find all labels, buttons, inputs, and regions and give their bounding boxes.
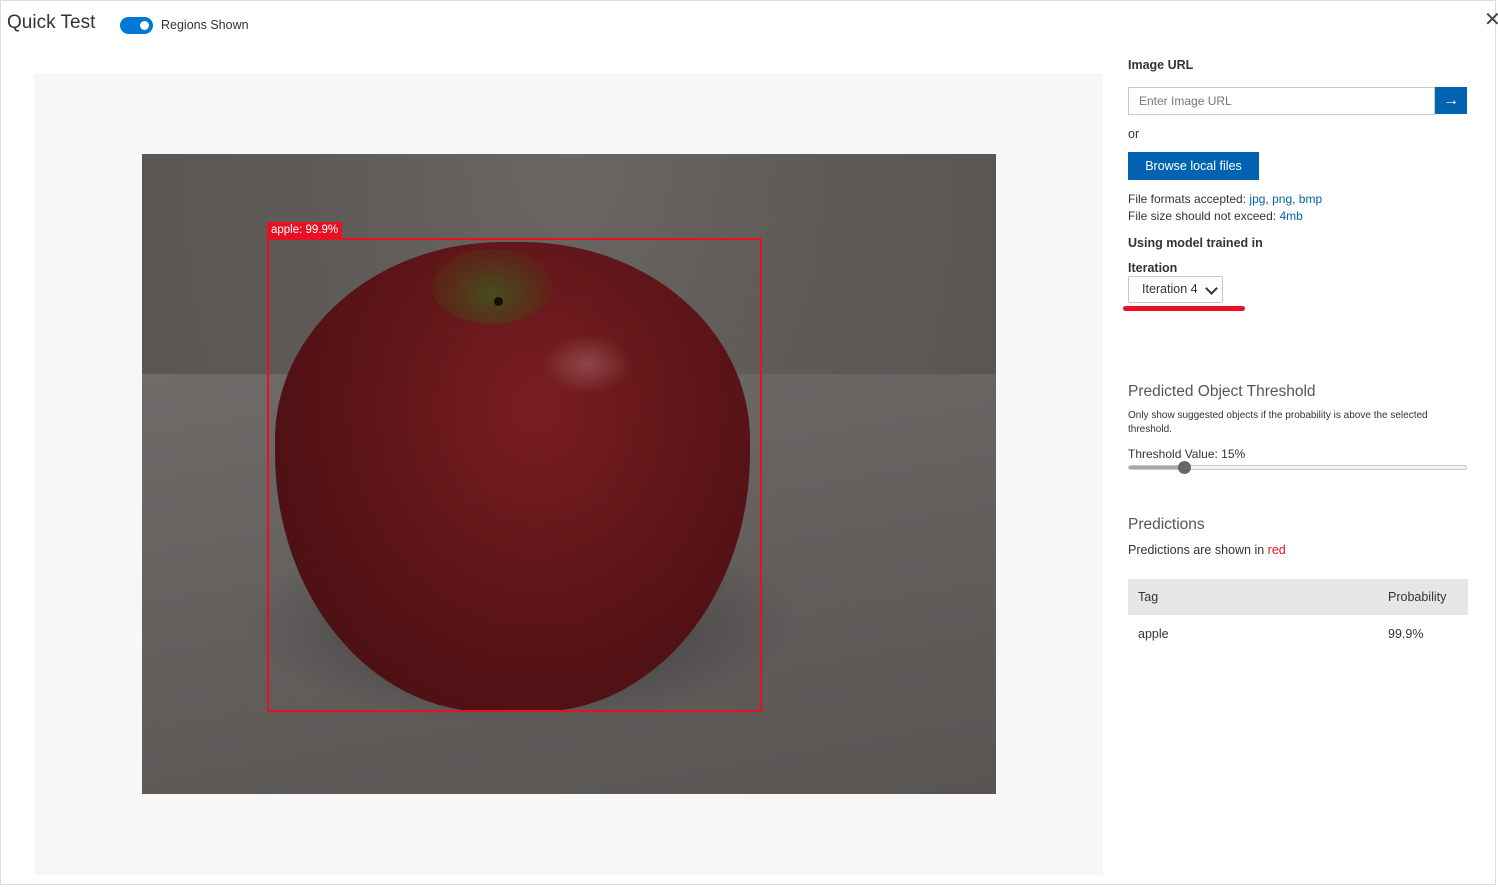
image-url-label: Image URL bbox=[1128, 58, 1194, 72]
threshold-slider-fill bbox=[1129, 466, 1185, 469]
detection-box bbox=[267, 238, 762, 712]
prediction-tag: apple bbox=[1138, 627, 1169, 641]
chevron-down-icon bbox=[1205, 282, 1218, 295]
annotation-underline bbox=[1123, 306, 1245, 311]
format-link-bmp[interactable]: bmp bbox=[1299, 192, 1322, 206]
arrow-right-icon: → bbox=[1443, 91, 1459, 109]
detection-label: apple: 99.9% bbox=[267, 222, 343, 238]
table-row: apple 99.9% bbox=[1128, 615, 1468, 653]
predictions-shown-prefix: Predictions are shown in bbox=[1128, 543, 1265, 557]
predictions-title: Predictions bbox=[1128, 516, 1205, 533]
predictions-table: Tag Probability apple 99.9% bbox=[1128, 579, 1468, 653]
iteration-selected-value: Iteration 4 bbox=[1142, 282, 1198, 296]
iteration-dropdown[interactable]: Iteration 4 bbox=[1128, 276, 1223, 303]
threshold-value-label: Threshold Value: 15% bbox=[1128, 447, 1246, 461]
browse-local-files-button[interactable]: Browse local files bbox=[1128, 152, 1259, 180]
threshold-title: Predicted Object Threshold bbox=[1128, 383, 1316, 400]
column-header-tag: Tag bbox=[1128, 579, 1378, 615]
or-text: or bbox=[1128, 127, 1140, 141]
predictions-color-word: red bbox=[1267, 543, 1286, 557]
format-link-jpg[interactable]: jpg bbox=[1249, 192, 1265, 206]
model-heading: Using model trained in bbox=[1128, 236, 1263, 250]
iteration-label: Iteration bbox=[1128, 261, 1178, 275]
file-size-prefix: File size should not exceed: bbox=[1128, 209, 1277, 223]
regions-toggle-label: Regions Shown bbox=[161, 18, 249, 32]
image-url-input[interactable] bbox=[1128, 87, 1435, 115]
file-formats-prefix: File formats accepted: bbox=[1128, 192, 1247, 206]
toggle-knob bbox=[140, 21, 149, 30]
file-formats-info: File formats accepted: jpg, png, bmp bbox=[1128, 192, 1322, 206]
format-separator: , bbox=[1292, 192, 1299, 206]
table-header-row: Tag Probability bbox=[1128, 579, 1468, 615]
page-title: Quick Test bbox=[7, 12, 96, 33]
threshold-slider-thumb[interactable] bbox=[1177, 461, 1191, 474]
regions-toggle[interactable] bbox=[120, 17, 153, 34]
format-link-png[interactable]: png bbox=[1272, 192, 1292, 206]
file-size-info: File size should not exceed: 4mb bbox=[1128, 209, 1303, 223]
submit-url-button[interactable]: → bbox=[1435, 87, 1467, 114]
prediction-probability: 99.9% bbox=[1388, 627, 1424, 641]
column-header-probability: Probability bbox=[1378, 579, 1468, 615]
file-size-value[interactable]: 4mb bbox=[1279, 209, 1302, 223]
close-icon[interactable]: ✕ bbox=[1484, 10, 1498, 30]
threshold-description: Only show suggested objects if the proba… bbox=[1128, 410, 1428, 435]
predictions-shown-text: Predictions are shown in red bbox=[1128, 543, 1286, 557]
